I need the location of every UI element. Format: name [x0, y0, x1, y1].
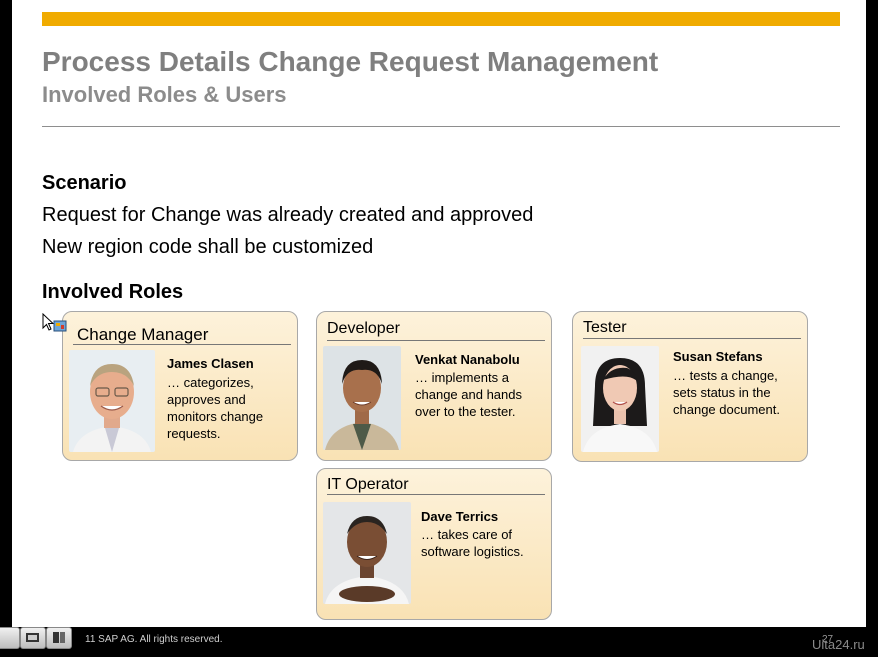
person-description: … tests a change, sets status in the cha…	[673, 368, 780, 417]
taskbar-button-slide-view[interactable]	[20, 627, 46, 649]
taskbar-button-prev[interactable]	[0, 627, 20, 649]
role-divider	[73, 344, 291, 345]
role-title: Tester	[583, 319, 627, 336]
copyright-text: 11 SAP AG. All rights reserved.	[85, 634, 223, 645]
title-divider	[42, 126, 840, 127]
person-description: … implements a change and hands over to …	[415, 370, 522, 419]
role-divider	[583, 338, 801, 339]
person-description: … takes care of software logistics.	[421, 527, 524, 559]
scenario-line-1: Request for Change was already created a…	[42, 204, 534, 226]
person-photo	[69, 350, 155, 452]
accent-bar	[42, 12, 840, 26]
role-card-tester: Tester Susan Stefans … tests a change, s…	[572, 311, 808, 462]
role-card-developer: Developer Venkat Nanabolu … implements a…	[316, 311, 552, 461]
person-name: Susan Stefans	[673, 349, 763, 364]
slide: Process Details Change Request Managemen…	[12, 0, 866, 627]
person-photo	[581, 346, 659, 452]
role-card-it-operator: IT Operator Dave Terrics … takes care of…	[316, 468, 552, 620]
scenario-heading: Scenario	[42, 172, 127, 194]
person-photo	[323, 502, 411, 604]
person-name: James Clasen	[167, 356, 254, 371]
taskbar-button-outline-view[interactable]	[46, 627, 72, 649]
role-divider	[327, 340, 545, 341]
role-title: IT Operator	[327, 476, 409, 493]
watermark-text: Uіta24.ru	[812, 637, 865, 652]
role-card-change-manager: Change Manager James Clasen … categorize…	[62, 311, 298, 461]
mouse-cursor-icon	[42, 312, 68, 335]
role-title: Change Manager	[77, 325, 209, 344]
roles-heading: Involved Roles	[42, 281, 184, 303]
page-title: Process Details Change Request Managemen…	[42, 46, 659, 77]
person-photo	[323, 346, 401, 450]
person-description: … categorizes, approves and monitors cha…	[167, 375, 264, 441]
person-name: Venkat Nanabolu	[415, 352, 520, 367]
page-subtitle: Involved Roles & Users	[42, 82, 287, 107]
role-title: Developer	[327, 320, 400, 337]
role-divider	[327, 494, 545, 495]
scenario-line-2: New region code shall be customized	[42, 236, 374, 258]
person-name: Dave Terrics	[421, 509, 499, 524]
